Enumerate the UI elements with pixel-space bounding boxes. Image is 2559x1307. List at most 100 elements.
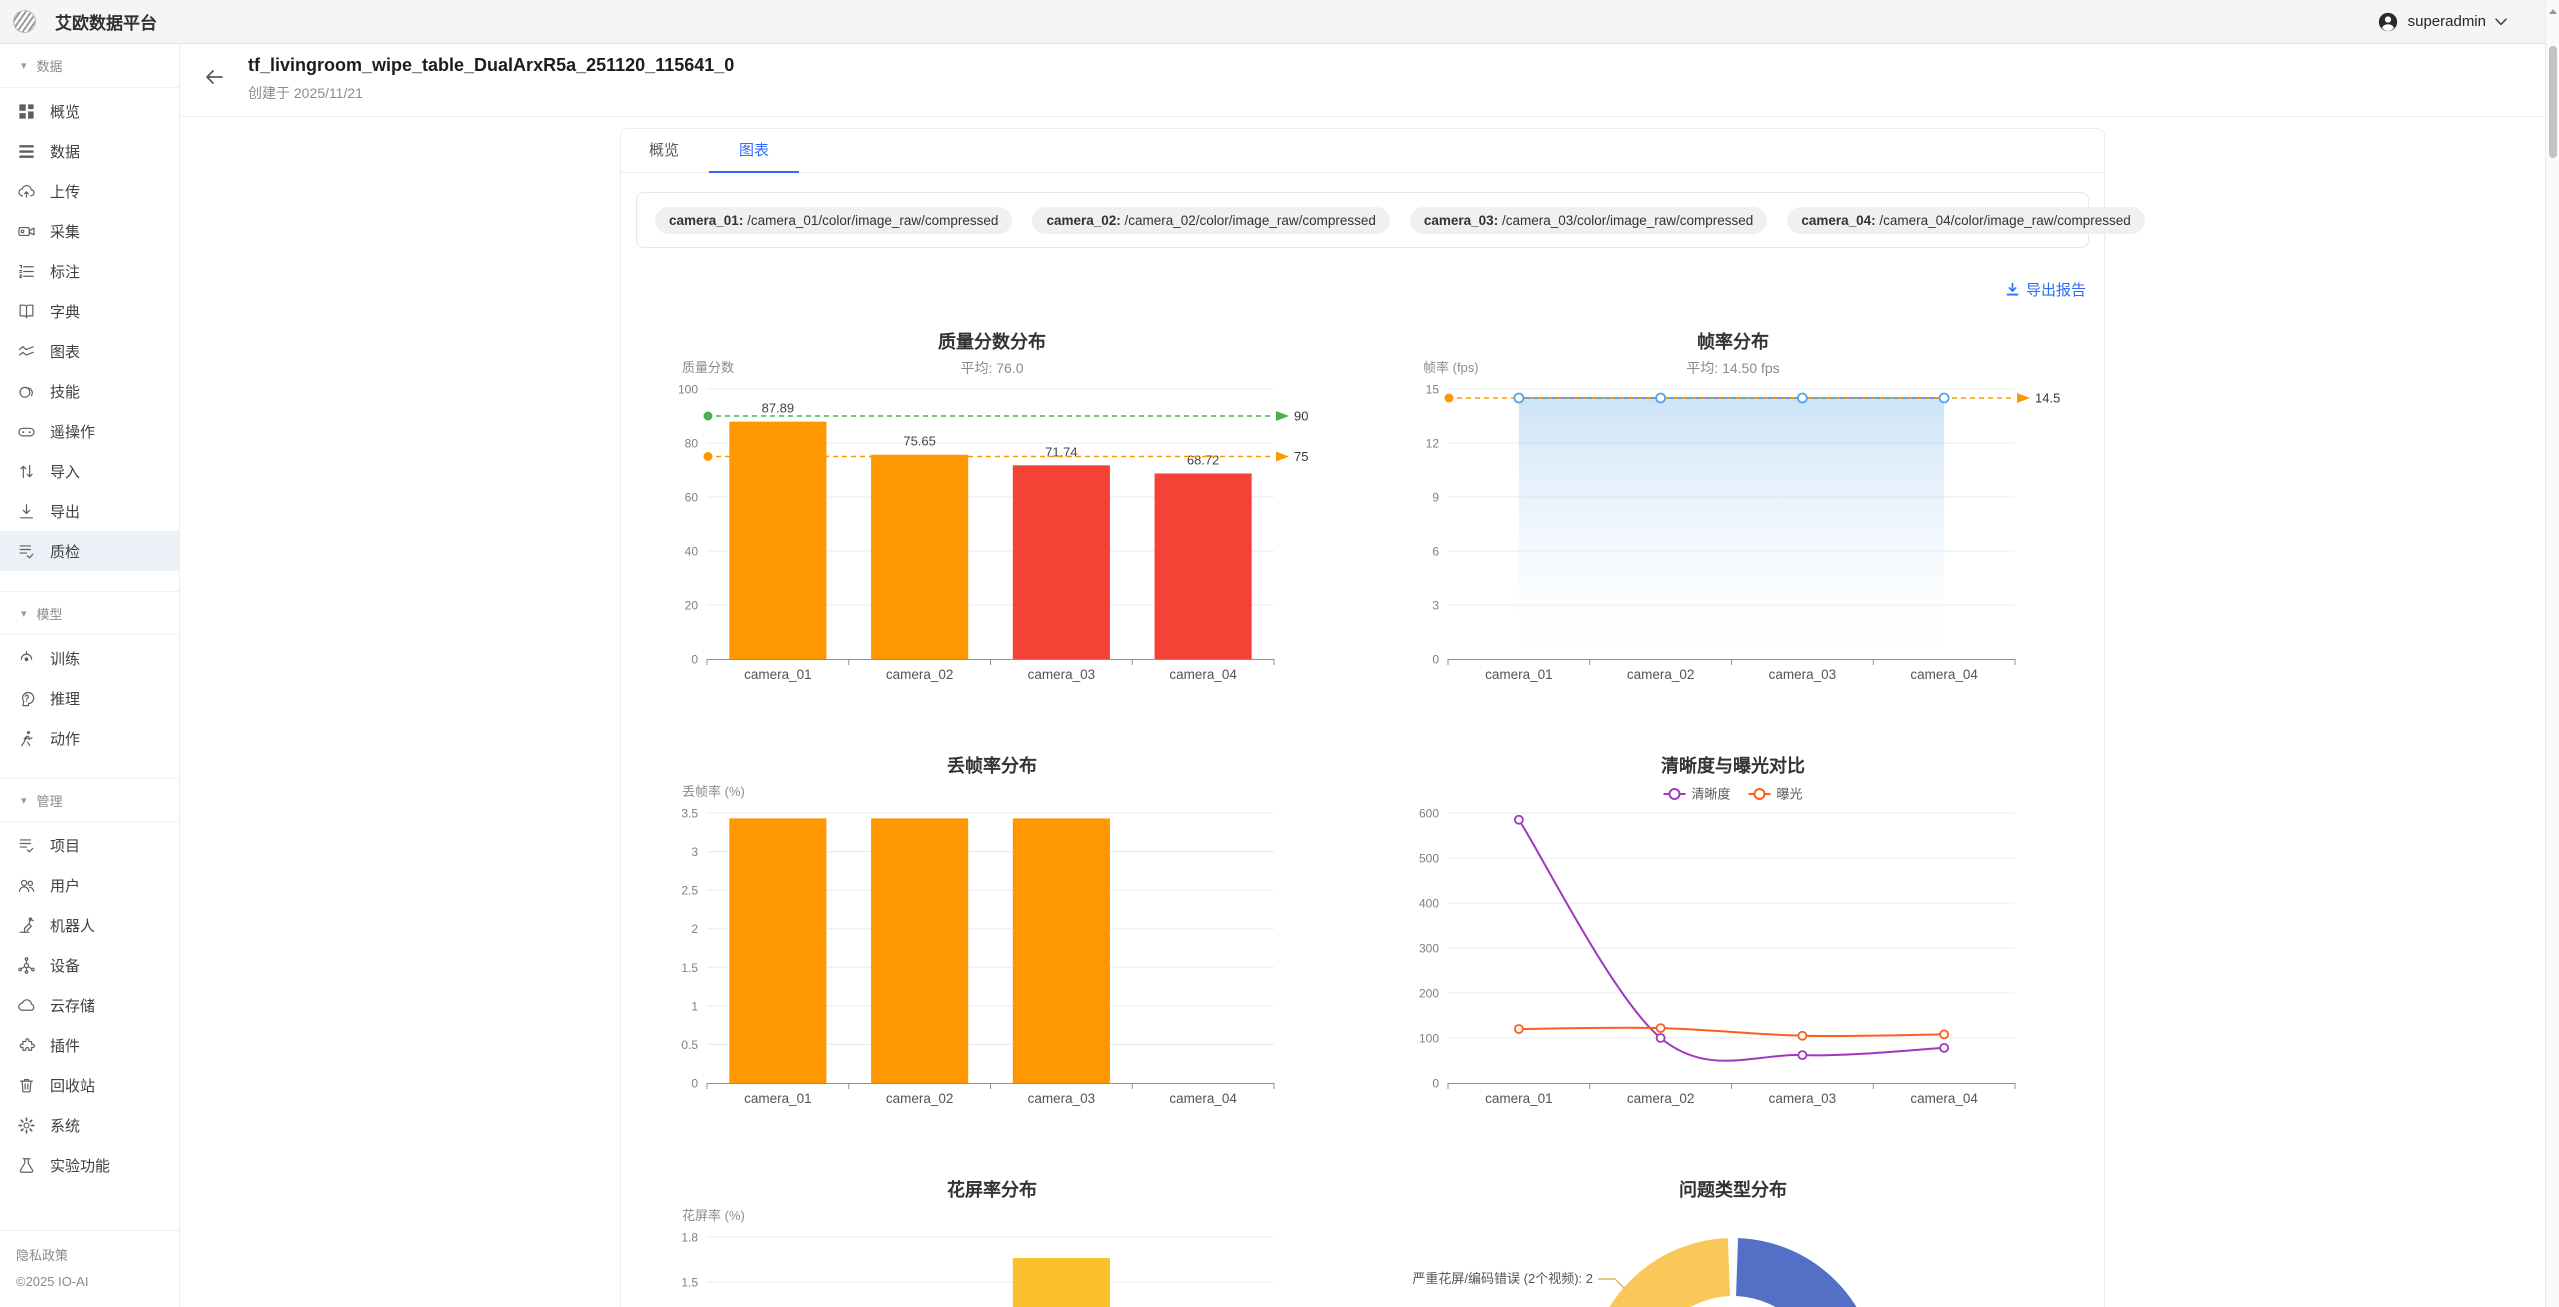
copyright-text: ©2025 IO-AI — [16, 1274, 163, 1289]
teleop-icon — [17, 422, 36, 441]
sidebar-item-inference[interactable]: 推理 — [0, 678, 179, 718]
sidebar-item-label: 上传 — [50, 181, 80, 202]
svg-text:15: 15 — [1426, 383, 1440, 397]
sidebar-section-data[interactable]: ▾数据 — [0, 44, 179, 88]
sidebar-item-label: 图表 — [50, 341, 80, 362]
scrollbar-thumb[interactable] — [2549, 46, 2557, 158]
page-title: tf_livingroom_wipe_table_DualArxR5a_2511… — [248, 55, 734, 76]
sidebar-item-robot[interactable]: 机器人 — [0, 905, 179, 945]
experiment-icon — [17, 1156, 36, 1175]
collapse-arrow-icon: ▾ — [21, 794, 27, 807]
svg-text:3.5: 3.5 — [681, 807, 698, 821]
svg-text:2: 2 — [691, 922, 698, 936]
chart-subtitle: 平均: 14.50 fps — [1687, 360, 1780, 376]
device-icon — [17, 956, 36, 975]
svg-text:camera_01: camera_01 — [1485, 667, 1553, 682]
svg-text:60: 60 — [684, 491, 698, 505]
sidebar-section-label: 管理 — [37, 791, 63, 810]
svg-text:camera_04: camera_04 — [1169, 1091, 1237, 1106]
users-icon — [17, 876, 36, 895]
chart-y-axis-name: 花屏率 (%) — [682, 1208, 745, 1223]
topbar: 艾欧数据平台 superadmin — [0, 0, 2545, 44]
train-icon — [17, 649, 36, 668]
page-header: tf_livingroom_wipe_table_DualArxR5a_2511… — [180, 44, 2545, 117]
chart-y-axis-name: 质量分数 — [682, 360, 734, 375]
sidebar-item-dictionary[interactable]: 字典 — [0, 291, 179, 331]
sidebar-item-import[interactable]: 导入 — [0, 451, 179, 491]
sidebar-item-upload[interactable]: 上传 — [0, 171, 179, 211]
sidebar-item-label: 插件 — [50, 1035, 80, 1056]
tab-overview[interactable]: 概览 — [649, 129, 679, 172]
sidebar-item-label: 字典 — [50, 301, 80, 322]
sidebar-item-experiment[interactable]: 实验功能 — [0, 1145, 179, 1185]
sidebar-item-annotate[interactable]: 标注 — [0, 251, 179, 291]
action-icon — [17, 729, 36, 748]
export-report-button[interactable]: 导出报告 — [2005, 279, 2086, 300]
sidebar-item-recycle[interactable]: 回收站 — [0, 1065, 179, 1105]
camera-tag: camera_04: /camera_04/color/image_raw/co… — [1787, 207, 2144, 234]
svg-text:87.89: 87.89 — [761, 401, 794, 416]
svg-text:曝光: 曝光 — [1777, 787, 1803, 802]
sidebar-item-users[interactable]: 用户 — [0, 865, 179, 905]
scrollbar-up-arrow[interactable] — [2549, 5, 2557, 14]
project-icon — [17, 836, 36, 855]
chart-subtitle: 平均: 76.0 — [960, 360, 1023, 376]
svg-text:0: 0 — [691, 1077, 698, 1091]
camera-tag-name: camera_02: — [1046, 213, 1120, 228]
svg-text:2.5: 2.5 — [681, 884, 698, 898]
svg-text:camera_01: camera_01 — [744, 667, 812, 682]
svg-text:3: 3 — [1433, 599, 1440, 613]
sidebar-item-system[interactable]: 系统 — [0, 1105, 179, 1145]
sidebar-item-cloud[interactable]: 云存储 — [0, 985, 179, 1025]
sidebar-item-label: 技能 — [50, 381, 80, 402]
sidebar-item-action[interactable]: 动作 — [0, 718, 179, 758]
page-scrollbar[interactable] — [2545, 0, 2559, 1307]
back-arrow-icon — [202, 65, 226, 89]
import-icon — [17, 462, 36, 481]
svg-text:200: 200 — [1419, 987, 1439, 1001]
sidebar-item-collect[interactable]: 采集 — [0, 211, 179, 251]
page-created-date: 创建于 2025/11/21 — [248, 83, 734, 103]
sidebar-item-label: 云存储 — [50, 995, 95, 1016]
sidebar-item-device[interactable]: 设备 — [0, 945, 179, 985]
sidebar-item-label: 质检 — [50, 541, 80, 562]
sidebar-item-teleop[interactable]: 遥操作 — [0, 411, 179, 451]
sidebar-item-overview[interactable]: 概览 — [0, 91, 179, 131]
sidebar-section-model[interactable]: ▾模型 — [0, 591, 179, 635]
sidebar-item-plugin[interactable]: 插件 — [0, 1025, 179, 1065]
overview-icon — [17, 102, 36, 121]
sidebar-section-admin[interactable]: ▾ 管理 — [0, 778, 179, 822]
sidebar-item-label: 动作 — [50, 728, 80, 749]
svg-text:14.5: 14.5 — [2035, 391, 2060, 406]
svg-text:清晰度: 清晰度 — [1692, 787, 1731, 802]
svg-text:68.72: 68.72 — [1187, 452, 1220, 467]
tab-charts[interactable]: 图表 — [739, 129, 769, 172]
camera-tag-name: camera_04: — [1801, 213, 1875, 228]
sidebar-item-export[interactable]: 导出 — [0, 491, 179, 531]
chart-title: 质量分数分布 — [938, 331, 1046, 352]
sidebar-section-label: 模型 — [37, 604, 63, 623]
sidebar-item-train[interactable]: 训练 — [0, 638, 179, 678]
user-menu[interactable]: superadmin — [2377, 11, 2507, 33]
svg-text:camera_02: camera_02 — [1627, 667, 1695, 682]
svg-text:camera_02: camera_02 — [886, 667, 954, 682]
dictionary-icon — [17, 302, 36, 321]
sidebar-item-label: 导入 — [50, 461, 80, 482]
svg-text:75.65: 75.65 — [903, 434, 936, 449]
system-icon — [17, 1116, 36, 1135]
svg-text:0: 0 — [1433, 1077, 1440, 1091]
camera-tag-name: camera_01: — [669, 213, 743, 228]
chart-droprate-distribution: 丢帧率分布丢帧率 (%)00.511.522.533.5camera_01cam… — [652, 745, 1332, 1169]
chart-y-axis-name: 丢帧率 (%) — [682, 784, 745, 799]
upload-icon — [17, 182, 36, 201]
svg-text:0: 0 — [691, 653, 698, 667]
privacy-policy-link[interactable]: 隐私政策 — [16, 1245, 163, 1264]
sidebar-item-project[interactable]: 项目 — [0, 825, 179, 865]
sidebar-item-data[interactable]: 数据 — [0, 131, 179, 171]
back-button[interactable] — [202, 65, 226, 89]
sidebar-item-charts[interactable]: 图表 — [0, 331, 179, 371]
chart-title: 问题类型分布 — [1679, 1179, 1787, 1200]
sidebar-item-skills[interactable]: 技能 — [0, 371, 179, 411]
sidebar-item-qc[interactable]: 质检 — [0, 531, 179, 571]
svg-text:600: 600 — [1419, 807, 1439, 821]
